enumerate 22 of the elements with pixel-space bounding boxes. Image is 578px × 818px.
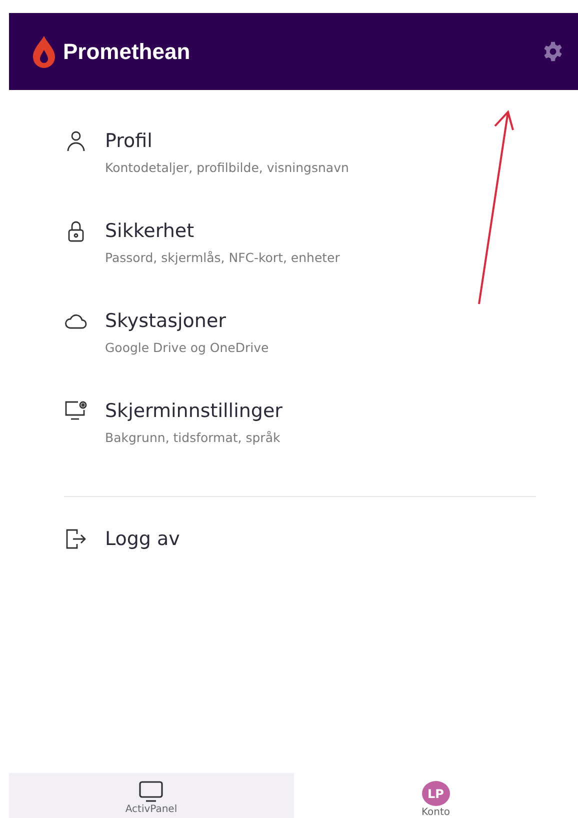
menu-item-title: Skjerminnstillinger	[105, 400, 282, 422]
menu-item-subtitle: Google Drive og OneDrive	[105, 340, 270, 355]
logout-label: Logg av	[105, 528, 180, 550]
bottom-nav-tab[interactable]: ActivPanel	[9, 773, 294, 818]
menu-item[interactable]: Sikkerhet Passord, skjermlås, NFC-kort, enheter	[64, 220, 536, 265]
menu-item[interactable]: Profil Kontodetaljer, profilbilde, visningsnavn	[64, 130, 536, 175]
monitor-gear-icon	[64, 400, 88, 422]
menu-item-subtitle: Bakgrunn, tidsformat, språk	[105, 430, 282, 445]
menu-item-title: Profil	[105, 130, 152, 152]
menu-item[interactable]: Skystasjoner Google Drive og OneDrive	[64, 310, 536, 355]
menu-item-subtitle: Passord, skjermlås, NFC-kort, enheter	[105, 250, 341, 265]
user-avatar: LP	[422, 781, 450, 806]
menu-item-title: Sikkerhet	[105, 220, 194, 242]
flame-logo-icon	[31, 34, 57, 68]
menu-item-title: Skystasjoner	[105, 310, 226, 332]
monitor-icon	[138, 781, 164, 803]
logout-icon	[64, 527, 88, 551]
settings-icon[interactable]	[542, 40, 564, 62]
menu-item[interactable]: Skjerminnstillinger Bakgrunn, tidsformat, språk	[64, 400, 536, 445]
brand-name: Promethean	[63, 38, 190, 64]
logout-item[interactable]: Logg av	[64, 527, 536, 551]
menu-item-subtitle: Kontodetaljer, profilbilde, visningsnavn	[105, 160, 350, 175]
